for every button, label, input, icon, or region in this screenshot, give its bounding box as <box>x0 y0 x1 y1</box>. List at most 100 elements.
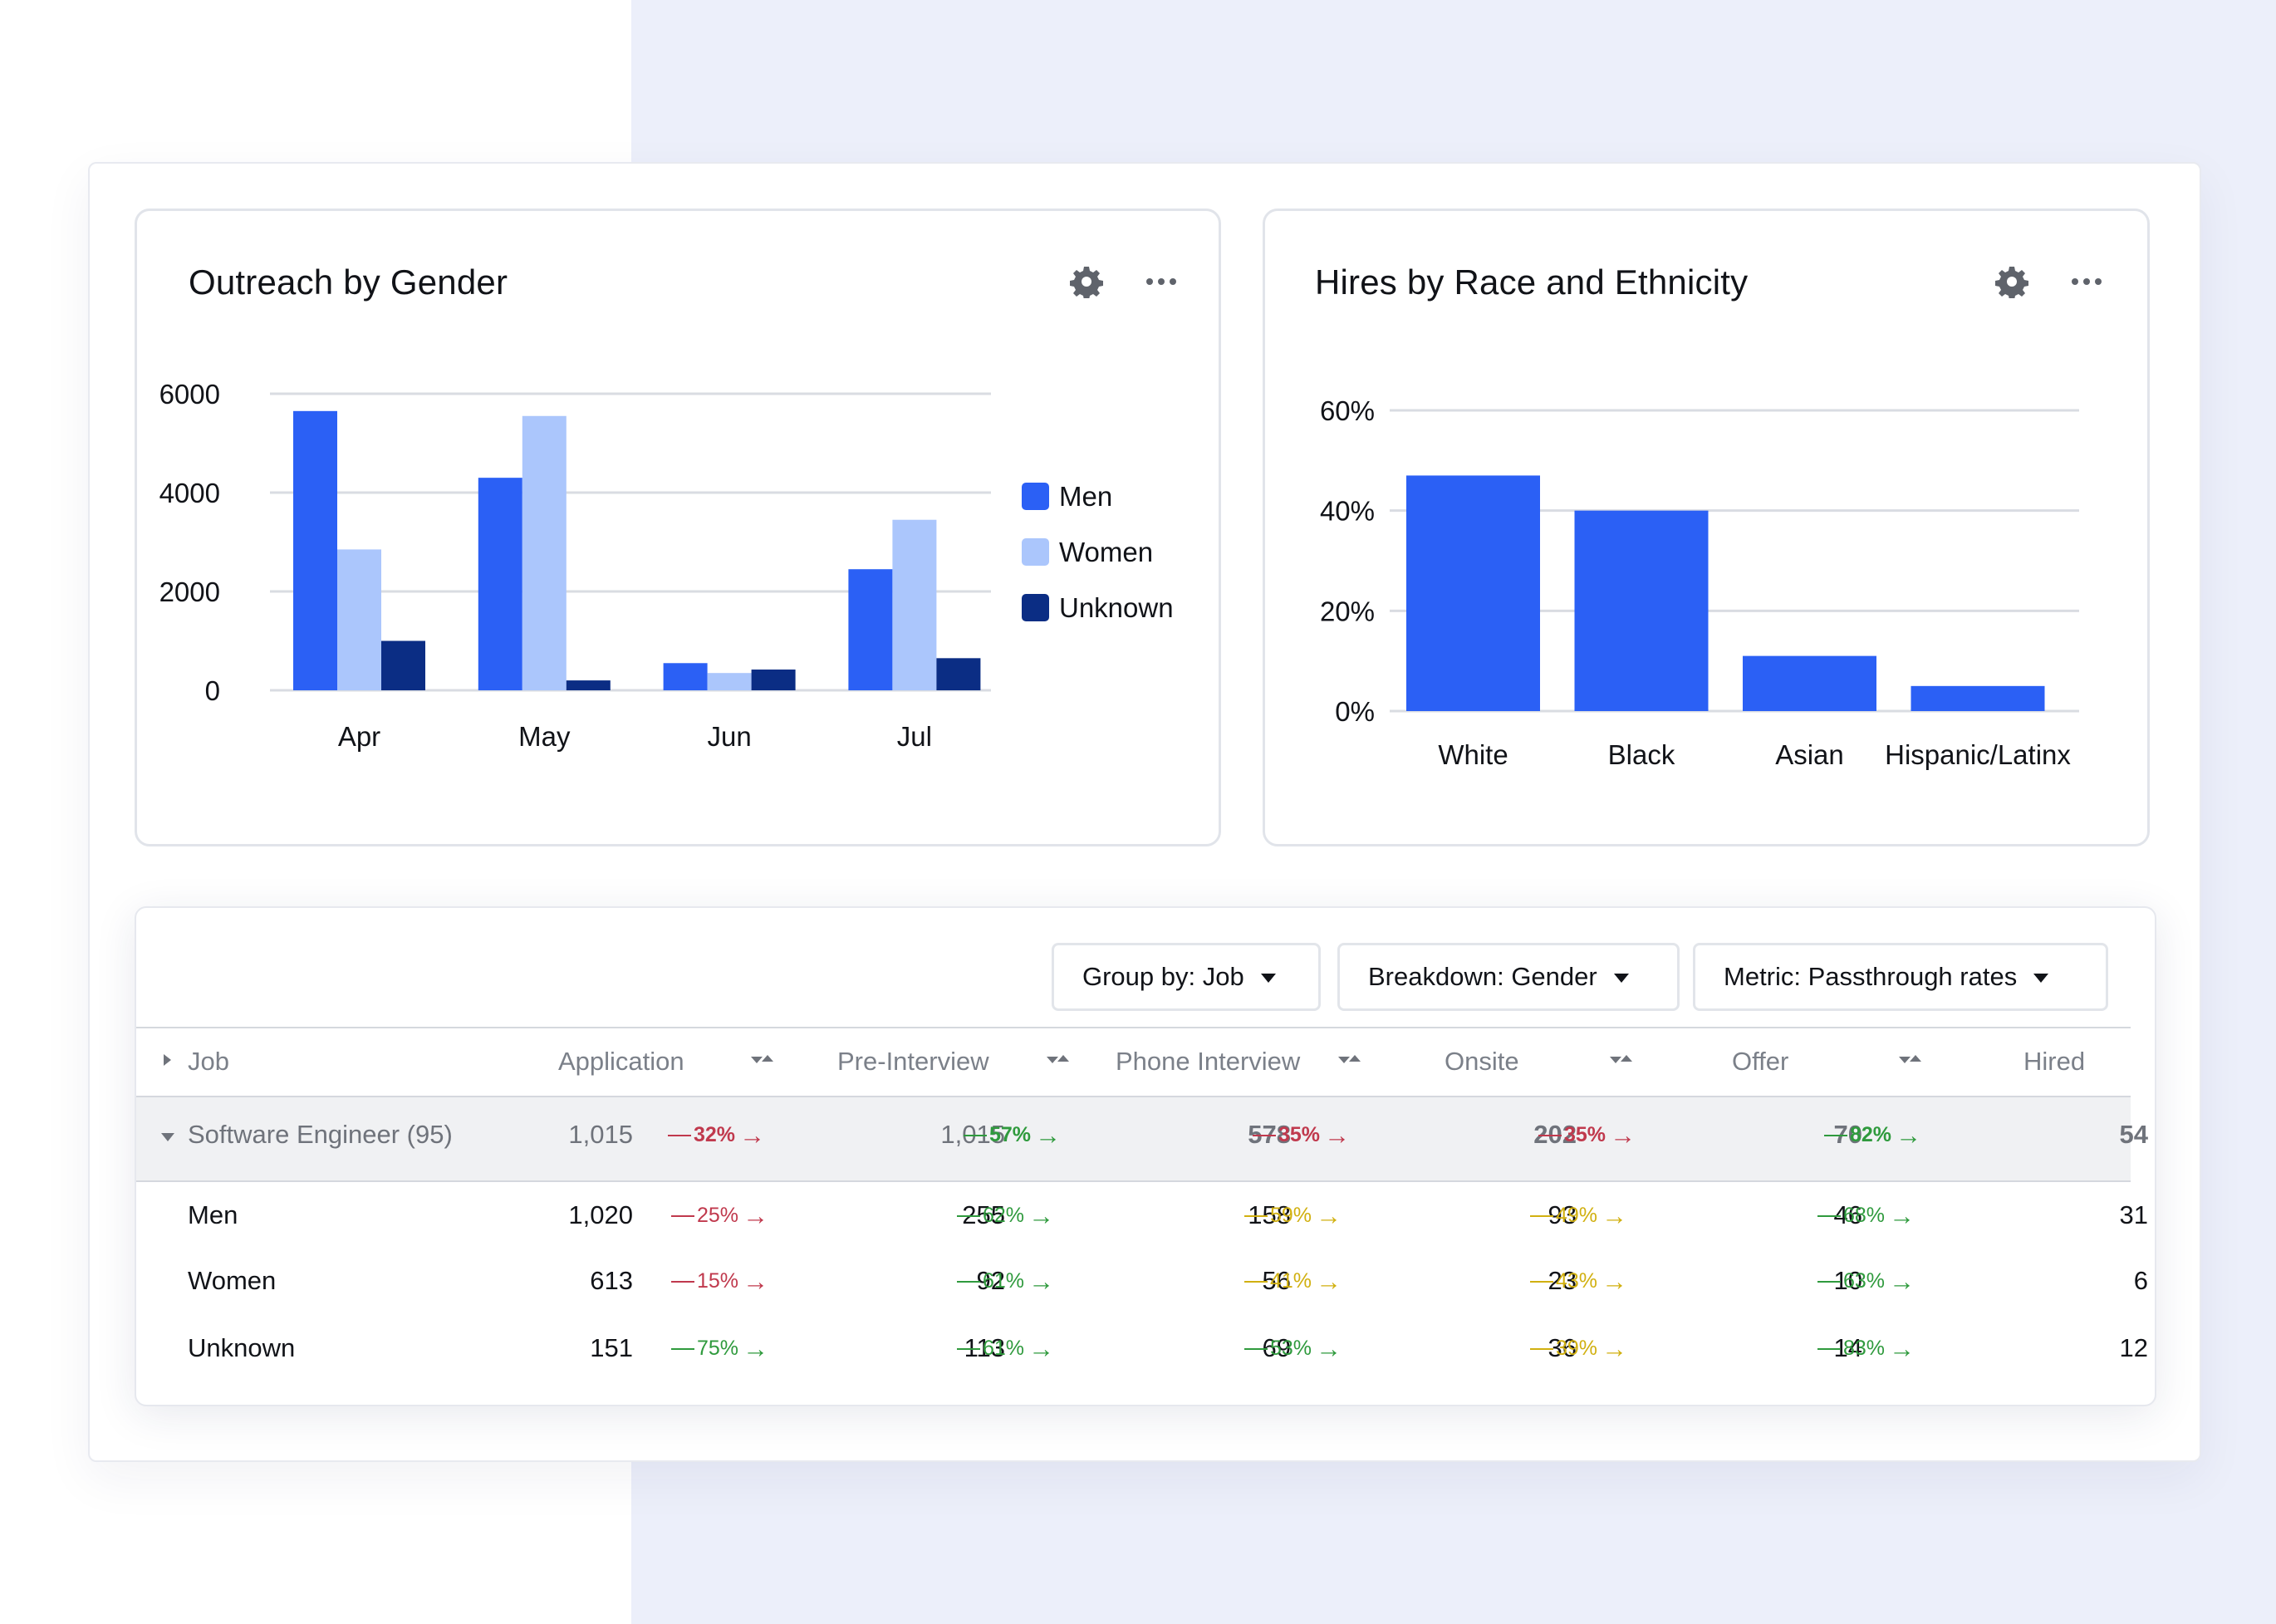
x-tick-label: Asian <box>1775 739 1844 770</box>
breakdown-row-women-rate-1: 61% → <box>957 1268 1054 1294</box>
bar-women-may <box>522 415 567 690</box>
rate-dash <box>671 1214 694 1217</box>
rate-dash <box>671 1347 694 1350</box>
bar-men-jul <box>848 569 893 690</box>
rate-value: 15% <box>697 1269 739 1293</box>
rate-dash <box>1244 1347 1268 1350</box>
bar-unknown-jul <box>936 658 981 690</box>
outreach-chart-panel: Outreach by Gender 0 2000 4000 6000 Apr May Ju… <box>135 209 1221 846</box>
arrow-right-icon: → <box>1316 1267 1342 1296</box>
arrow-right-icon: → <box>1602 1267 1628 1296</box>
bar-unknown-may <box>566 680 611 690</box>
rate-value: 53% <box>1270 1337 1312 1360</box>
legend-item-women[interactable]: Women <box>1022 524 1174 580</box>
breakdown-row-unknown-rate-1: 61% → <box>957 1336 1054 1362</box>
bar-unknown-apr <box>381 640 425 690</box>
sort-icon[interactable] <box>751 1052 774 1069</box>
arrow-right-icon: → <box>1028 1334 1055 1363</box>
breakdown-row-men-label: Men <box>188 1200 238 1229</box>
breakdown-row-men-rate-3: 49% → <box>1530 1203 1627 1229</box>
arrow-right-icon: → <box>1028 1201 1055 1230</box>
rate-dash <box>1244 1214 1268 1217</box>
y-tick-label: 40% <box>1320 496 1375 527</box>
rate-dash <box>1530 1214 1553 1217</box>
breakdown-row-unknown-rate-2: 53% → <box>1244 1336 1342 1362</box>
legend-swatch-unknown <box>1022 594 1049 621</box>
arrow-right-icon: → <box>739 1121 766 1150</box>
legend-label-women: Women <box>1059 536 1154 567</box>
group-row-rate-0: 32% → <box>668 1122 765 1148</box>
arrow-right-icon: → <box>1889 1267 1915 1296</box>
rate-dash <box>1817 1347 1841 1350</box>
group-by-label: Group by: Job <box>1082 962 1244 991</box>
outreach-legend: Men Women Unknown <box>1022 469 1174 635</box>
breakdown-row-women-rate-4: 63% → <box>1817 1268 1915 1294</box>
rate-dash <box>1538 1134 1562 1136</box>
rate-dash <box>1530 1347 1553 1350</box>
column-header-onsite[interactable]: Onsite <box>1445 1047 1519 1077</box>
sort-icon[interactable] <box>1899 1052 1922 1069</box>
metric-dropdown[interactable]: Metric: Passthrough rates <box>1693 943 2108 1011</box>
bar-men-jun <box>663 663 708 690</box>
y-tick-label: 0 <box>205 675 220 706</box>
y-tick-label: 0% <box>1335 696 1375 727</box>
collapse-group-icon[interactable] <box>161 1133 174 1141</box>
column-header-phone-interview[interactable]: Phone Interview <box>1116 1047 1300 1077</box>
rate-value: 57% <box>989 1123 1032 1146</box>
breakdown-row-men-value-application: 1,020 <box>568 1200 633 1229</box>
breakdown-row-men-value-hired: 31 <box>2119 1200 2148 1229</box>
legend-swatch-women <box>1022 538 1049 566</box>
column-header-job[interactable]: Job <box>188 1047 229 1077</box>
metric-label: Metric: Passthrough rates <box>1724 962 2018 991</box>
legend-label-unknown: Unknown <box>1059 591 1174 623</box>
legend-item-unknown[interactable]: Unknown <box>1022 580 1174 635</box>
rate-dash <box>964 1134 987 1136</box>
group-row-label[interactable]: Software Engineer (95) <box>188 1120 453 1150</box>
bar-black <box>1574 510 1709 711</box>
rate-value: 25% <box>697 1204 739 1227</box>
rate-value: 63% <box>1843 1269 1886 1293</box>
expand-all-icon[interactable] <box>164 1054 171 1066</box>
rate-dash <box>668 1134 691 1136</box>
group-by-dropdown[interactable]: Group by: Job <box>1052 943 1321 1011</box>
x-tick-label: Apr <box>338 721 380 752</box>
breakdown-row-women-value-application: 613 <box>590 1266 633 1295</box>
arrow-right-icon: → <box>1324 1121 1351 1150</box>
legend-item-men[interactable]: Men <box>1022 469 1174 524</box>
table-top-divider <box>136 1027 2131 1028</box>
rate-value: 49% <box>1556 1204 1598 1227</box>
breakdown-row-unknown-label: Unknown <box>188 1333 296 1362</box>
group-value-application: 1,015 <box>568 1120 633 1149</box>
column-header-application[interactable]: Application <box>558 1047 684 1077</box>
sort-icon[interactable] <box>1338 1052 1361 1069</box>
sort-icon[interactable] <box>1610 1052 1633 1069</box>
breakdown-row-women-rate-0: 15% → <box>671 1268 768 1294</box>
bar-men-may <box>478 478 522 690</box>
legend-swatch-men <box>1022 483 1049 510</box>
rate-value: 35% <box>1564 1123 1606 1146</box>
rate-dash <box>957 1347 980 1350</box>
bar-women-apr <box>337 549 381 690</box>
rate-value: 35% <box>1278 1123 1321 1146</box>
passthrough-table-card: Group by: Job Breakdown: Gender Metric: … <box>135 906 2156 1406</box>
breakdown-row-men-rate-1: 62% → <box>957 1203 1054 1229</box>
group-row-rate-1: 57% → <box>964 1122 1061 1148</box>
x-tick-label: Jun <box>707 721 751 752</box>
breakdown-dropdown[interactable]: Breakdown: Gender <box>1337 943 1680 1011</box>
rate-value: 82% <box>1850 1123 1892 1146</box>
breakdown-row-unknown-rate-0: 75% → <box>671 1336 768 1362</box>
sort-icon[interactable] <box>1047 1052 1070 1069</box>
bar-hispanic-latinx <box>1911 685 2045 711</box>
chevron-down-icon <box>2033 973 2049 983</box>
breakdown-row-women-rate-2: 41% → <box>1244 1268 1342 1294</box>
rate-value: 41% <box>1270 1269 1312 1293</box>
arrow-right-icon: → <box>1028 1267 1055 1296</box>
arrow-right-icon: → <box>743 1334 769 1363</box>
column-header-hired[interactable]: Hired <box>2023 1047 2085 1077</box>
arrow-right-icon: → <box>1896 1121 1922 1150</box>
breakdown-row-women-value-hired: 6 <box>2133 1266 2148 1295</box>
arrow-right-icon: → <box>1035 1121 1062 1150</box>
column-header-pre-interview[interactable]: Pre-Interview <box>837 1047 989 1077</box>
x-tick-label: Black <box>1608 739 1675 770</box>
column-header-offer[interactable]: Offer <box>1732 1047 1788 1077</box>
